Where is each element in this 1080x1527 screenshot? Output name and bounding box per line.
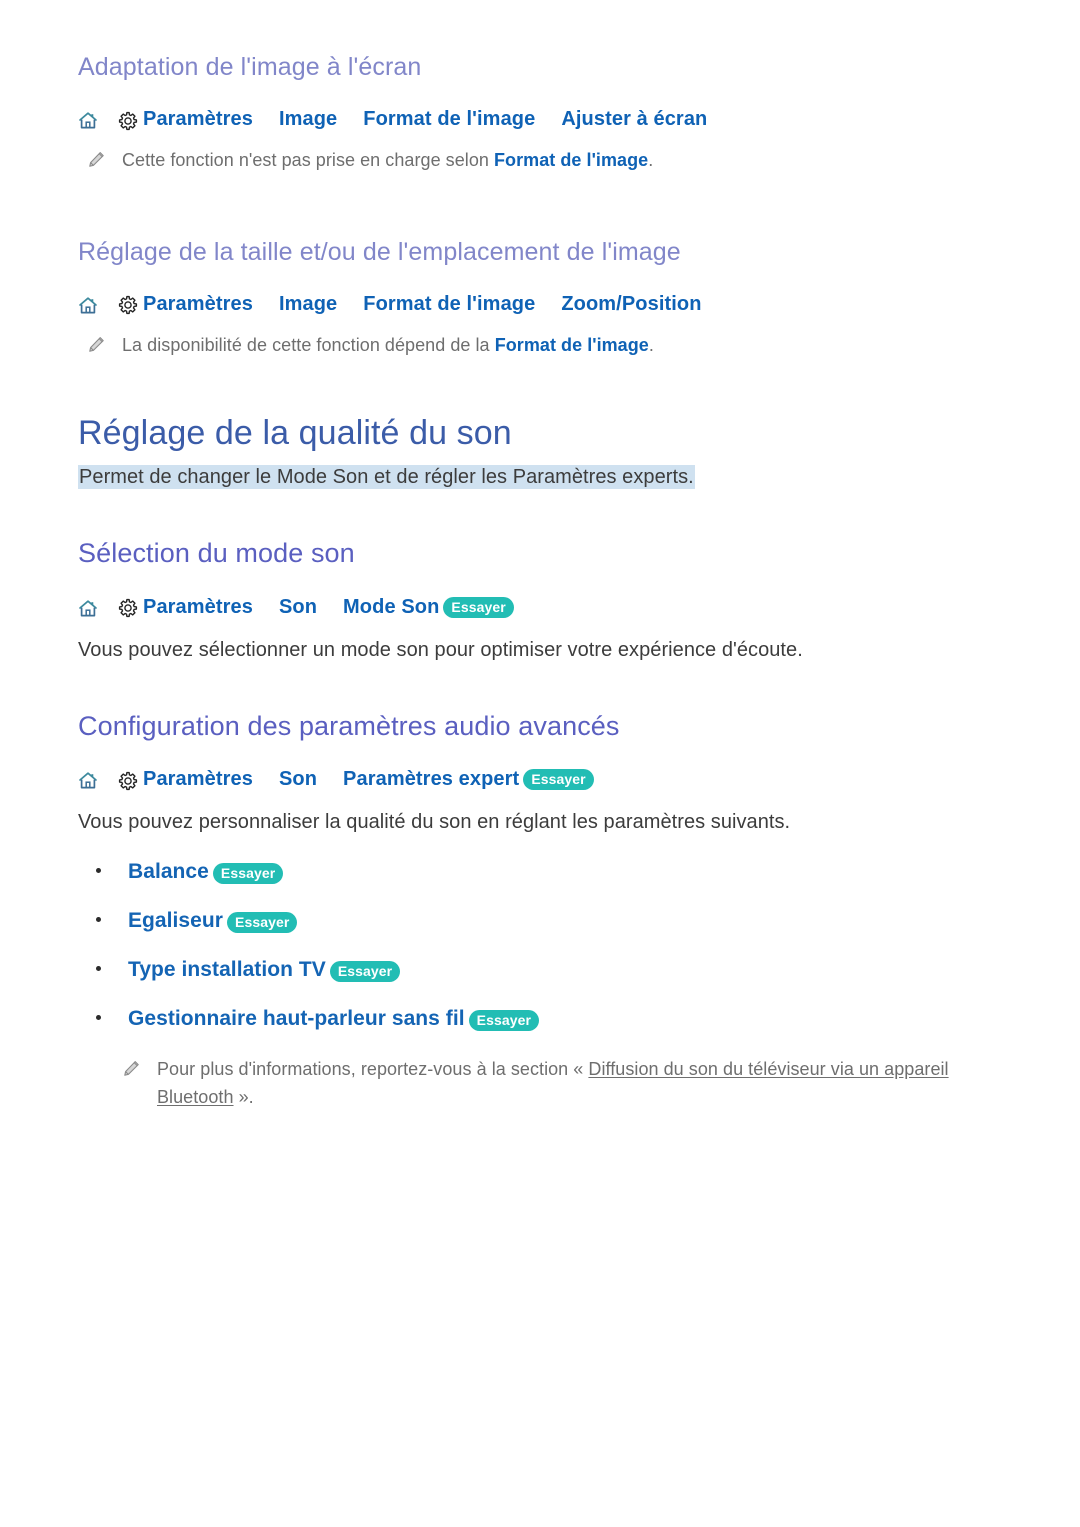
list-item-label[interactable]: Type installation TV xyxy=(128,958,326,982)
bullet-dot-icon xyxy=(96,917,101,923)
breadcrumb-item-parametres-expert[interactable]: Paramètres expert xyxy=(343,768,519,791)
pencil-icon xyxy=(123,1060,140,1082)
note-suffix: . xyxy=(648,150,654,170)
home-icon[interactable] xyxy=(78,771,98,790)
breadcrumb-item-ajuster[interactable]: Ajuster à écran xyxy=(561,108,707,131)
note-prefix: La disponibilité de cette fonction dépen… xyxy=(122,334,495,355)
note-bluetooth-reference: Pour plus d'informations, reportez-vous … xyxy=(78,1056,1002,1112)
page-title: Réglage de la qualité du son xyxy=(78,413,512,452)
essayer-badge[interactable]: Essayer xyxy=(443,596,514,618)
list-item[interactable]: Balance Essayer xyxy=(78,860,1002,885)
breadcrumb-item-zoom-position[interactable]: Zoom/Position xyxy=(561,293,701,316)
breadcrumb-sound-mode[interactable]: Paramètres Son Mode Son Essayer xyxy=(78,596,1002,619)
essayer-badge[interactable]: Essayer xyxy=(212,863,284,885)
page-subtitle: Permet de changer le Mode Son et de régl… xyxy=(78,462,1002,493)
breadcrumb-item-parametres[interactable]: Paramètres xyxy=(143,768,253,791)
breadcrumb-item-parametres[interactable]: Paramètres xyxy=(143,596,253,619)
note-emphasis: Format de l'image xyxy=(494,150,649,170)
note-prefix: Cette fonction n'est pas prise en charge… xyxy=(122,150,495,170)
essayer-badge[interactable]: Essayer xyxy=(523,769,594,791)
breadcrumb-advanced-audio[interactable]: Paramètres Son Paramètres expert Essayer xyxy=(78,768,1002,791)
breadcrumb-item-son[interactable]: Son xyxy=(279,596,317,619)
document-page: Adaptation de l'image à l'écran Paramètr… xyxy=(0,0,1080,1112)
note-zoom-position: La disponibilité de cette fonction dépen… xyxy=(78,332,1002,360)
section-heading-fit-to-screen: Adaptation de l'image à l'écran xyxy=(78,53,422,81)
essayer-badge[interactable]: Essayer xyxy=(227,912,298,934)
note-text: Pour plus d'informations, reportez-vous … xyxy=(157,1056,1002,1112)
breadcrumb-item-format[interactable]: Format de l'image xyxy=(363,108,535,131)
note-emphasis: Format de l'image xyxy=(494,334,649,355)
breadcrumb-fit-to-screen[interactable]: Paramètres Image Format de l'image Ajust… xyxy=(78,108,1002,131)
essayer-badge[interactable]: Essayer xyxy=(329,961,401,983)
pencil-icon xyxy=(88,151,105,173)
advanced-settings-list: Balance Essayer Egaliseur Essayer Type i… xyxy=(78,860,1002,1032)
note-fit-to-screen: Cette fonction n'est pas prise en charge… xyxy=(78,147,1002,175)
gear-icon[interactable] xyxy=(118,111,138,131)
home-icon[interactable] xyxy=(78,599,98,618)
description-sound-mode: Vous pouvez sélectionner un mode son pou… xyxy=(78,638,803,661)
breadcrumb-item-son[interactable]: Son xyxy=(279,768,317,791)
list-item[interactable]: Egaliseur Essayer xyxy=(78,909,1002,934)
breadcrumb-item-format[interactable]: Format de l'image xyxy=(363,293,535,316)
breadcrumb-item-image[interactable]: Image xyxy=(279,108,337,131)
note-suffix: . xyxy=(648,334,654,355)
breadcrumb-zoom-position[interactable]: Paramètres Image Format de l'image Zoom/… xyxy=(78,293,1002,316)
breadcrumb-item-mode-son[interactable]: Mode Son xyxy=(343,596,439,619)
bullet-dot-icon xyxy=(96,1015,101,1021)
section-heading-zoom-position: Réglage de la taille et/ou de l'emplacem… xyxy=(78,237,681,266)
breadcrumb-item-parametres[interactable]: Paramètres xyxy=(143,108,253,131)
note-text: Cette fonction n'est pas prise en charge… xyxy=(122,147,653,175)
list-item-label[interactable]: Gestionnaire haut-parleur sans fil xyxy=(128,1007,465,1031)
gear-icon[interactable] xyxy=(118,771,138,791)
note-text: La disponibilité de cette fonction dépen… xyxy=(122,332,654,360)
home-icon[interactable] xyxy=(78,296,98,315)
list-item-label[interactable]: Balance xyxy=(128,860,209,884)
breadcrumb-item-parametres[interactable]: Paramètres xyxy=(143,293,253,316)
heading-sound-mode: Sélection du mode son xyxy=(78,538,355,569)
footnote-prefix: Pour plus d'informations, reportez-vous … xyxy=(157,1059,589,1080)
home-icon[interactable] xyxy=(78,111,98,130)
description-advanced-audio: Vous pouvez personnaliser la qualité du … xyxy=(78,811,791,834)
heading-advanced-audio: Configuration des paramètres audio avanc… xyxy=(78,710,620,741)
breadcrumb-item-image[interactable]: Image xyxy=(279,293,337,316)
pencil-icon xyxy=(88,336,105,358)
list-item[interactable]: Gestionnaire haut-parleur sans fil Essay… xyxy=(78,1007,1002,1032)
list-item[interactable]: Type installation TV Essayer xyxy=(78,958,1002,983)
list-item-label[interactable]: Egaliseur xyxy=(128,909,223,933)
bullet-dot-icon xyxy=(96,966,101,972)
bullet-dot-icon xyxy=(96,868,101,874)
gear-icon[interactable] xyxy=(118,598,138,618)
footnote-suffix: ». xyxy=(233,1087,254,1108)
gear-icon[interactable] xyxy=(118,295,138,315)
page-subtitle-highlight: Permet de changer le Mode Son et de régl… xyxy=(78,465,695,490)
essayer-badge[interactable]: Essayer xyxy=(468,1010,540,1032)
